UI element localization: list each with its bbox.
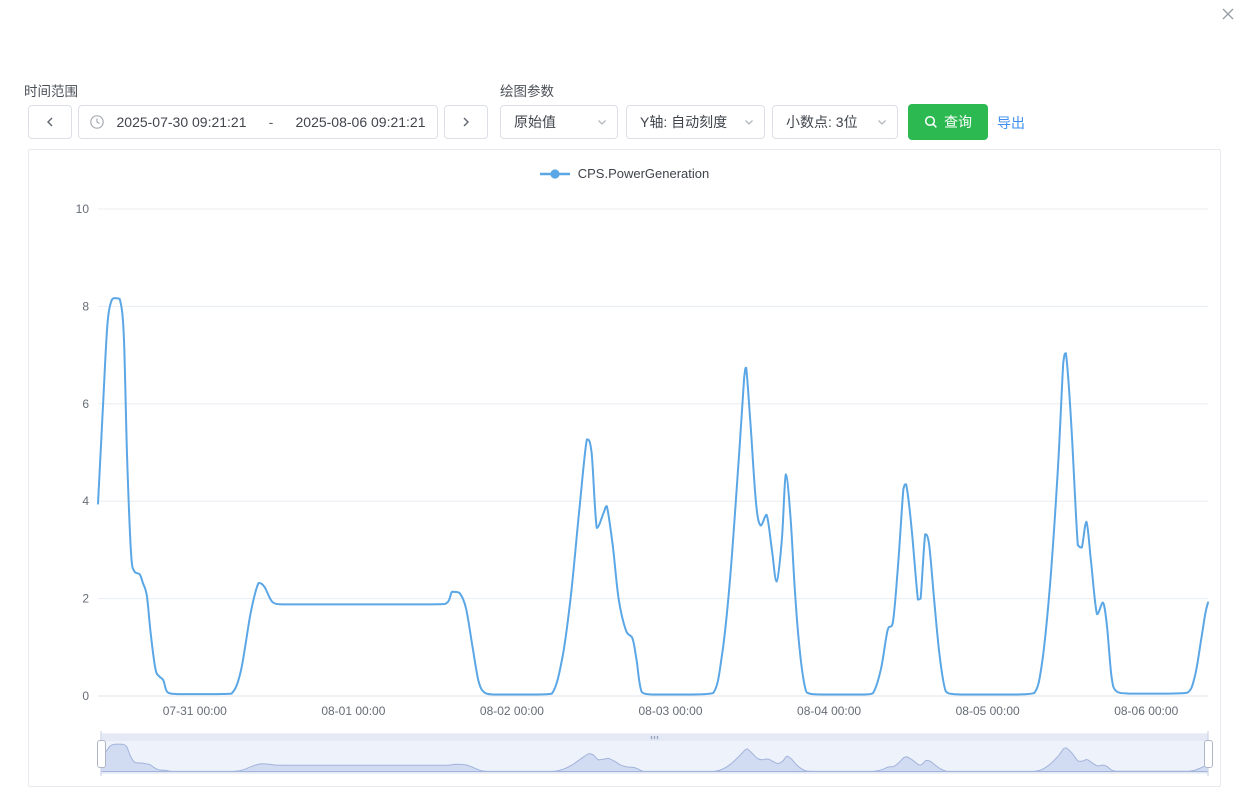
close-icon: [1219, 5, 1237, 23]
date-range-picker[interactable]: 2025-07-30 09:21:21 - 2025-08-06 09:21:2…: [78, 105, 438, 139]
svg-text:6: 6: [82, 397, 89, 411]
search-icon: [924, 115, 938, 129]
svg-text:08-04 00:00: 08-04 00:00: [797, 704, 861, 718]
prev-range-button[interactable]: [28, 105, 72, 139]
next-range-button[interactable]: [444, 105, 488, 139]
decimal-selected: 小数点: 3位: [786, 112, 858, 132]
svg-text:08-05 00:00: 08-05 00:00: [956, 704, 1020, 718]
decimal-select[interactable]: 小数点: 3位: [772, 105, 898, 139]
datazoom-left-handle[interactable]: [97, 740, 106, 768]
svg-text:10: 10: [76, 202, 90, 216]
yaxis-selected: Y轴: 自动刻度: [640, 112, 727, 132]
value-type-select[interactable]: 原始值: [500, 105, 618, 139]
svg-text:08-01 00:00: 08-01 00:00: [321, 704, 385, 718]
legend-line-dot-icon: [540, 169, 570, 179]
clock-icon: [89, 114, 105, 130]
datazoom-right-handle[interactable]: [1204, 740, 1213, 768]
export-link[interactable]: 导出: [997, 113, 1025, 133]
svg-text:08-06 00:00: 08-06 00:00: [1114, 704, 1178, 718]
chevron-right-icon: [460, 116, 472, 128]
query-button[interactable]: 查询: [908, 104, 988, 140]
svg-text:07-31 00:00: 07-31 00:00: [163, 704, 227, 718]
start-time-input[interactable]: 2025-07-30 09:21:21: [105, 114, 258, 130]
datazoom-slider[interactable]: [100, 733, 1208, 774]
time-range-label: 时间范围: [24, 80, 78, 100]
legend-label: CPS.PowerGeneration: [578, 166, 710, 181]
chart-plot-area[interactable]: [98, 209, 1208, 696]
svg-text:8: 8: [82, 299, 89, 313]
chevron-down-icon: [876, 116, 888, 128]
svg-text:4: 4: [82, 494, 89, 508]
svg-text:08-02 00:00: 08-02 00:00: [480, 704, 544, 718]
plot-params-label: 绘图参数: [500, 80, 554, 100]
yaxis-scale-select[interactable]: Y轴: 自动刻度: [626, 105, 765, 139]
chevron-left-icon: [44, 116, 56, 128]
svg-text:08-03 00:00: 08-03 00:00: [638, 704, 702, 718]
legend-item-powergeneration[interactable]: CPS.PowerGeneration: [540, 166, 710, 181]
query-button-label: 查询: [944, 112, 972, 132]
chart-legend: CPS.PowerGeneration: [29, 166, 1220, 181]
chevron-down-icon: [743, 116, 755, 128]
query-dialog: 时间范围 绘图参数 2025-07-30 09:21:21 - 2025-08-…: [0, 0, 1248, 792]
range-separator: -: [258, 114, 284, 130]
value-type-selected: 原始值: [514, 112, 556, 132]
chevron-down-icon: [596, 116, 608, 128]
svg-text:2: 2: [82, 592, 89, 606]
end-time-input[interactable]: 2025-08-06 09:21:21: [284, 114, 437, 130]
close-button[interactable]: [1219, 5, 1237, 23]
chart-card: 0 2 4 6 8 10 07-31 00:00 08-01 00:00 08-02 00:00…: [28, 149, 1221, 787]
svg-text:0: 0: [82, 689, 89, 703]
